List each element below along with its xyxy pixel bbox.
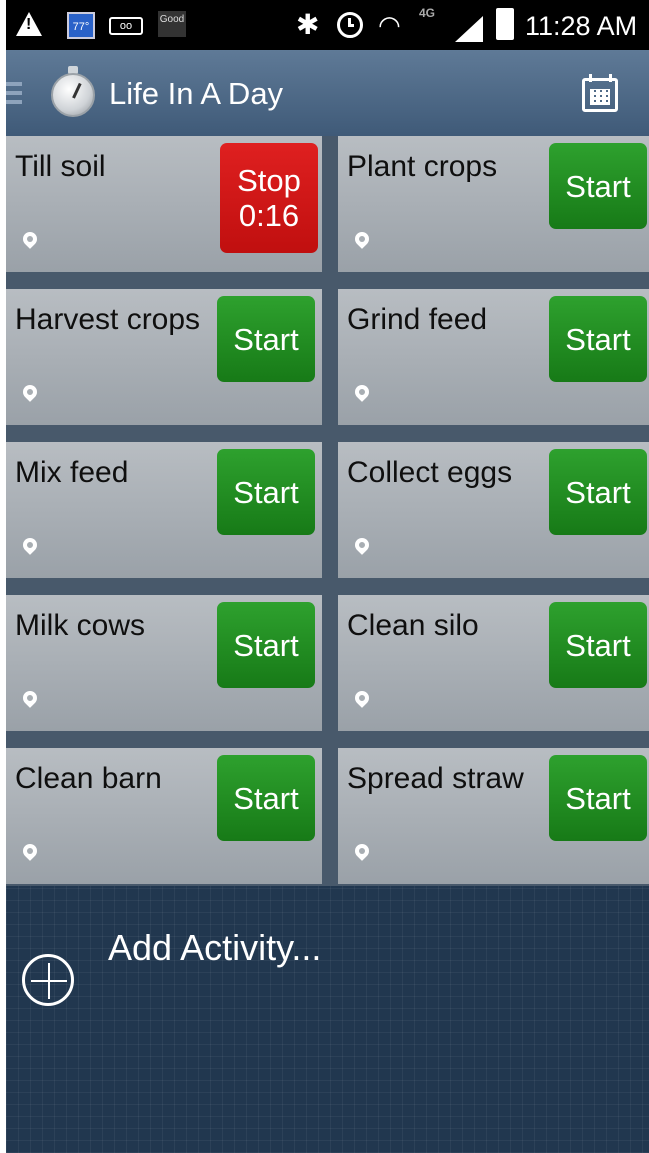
- start-label: Start: [565, 474, 631, 510]
- voicemail-icon: oo: [109, 17, 143, 35]
- activity-name: Harvest crops: [15, 303, 201, 336]
- drawer-menu-icon[interactable]: [6, 82, 22, 106]
- weather-temp: 77°: [72, 21, 90, 33]
- network-type-label: 4G: [419, 6, 436, 20]
- location-pin-icon[interactable]: [20, 382, 40, 402]
- battery-icon: [496, 8, 514, 40]
- start-button[interactable]: Start: [217, 449, 315, 535]
- activity-card[interactable]: Grind feed Start: [338, 289, 649, 425]
- start-label: Start: [565, 321, 631, 357]
- stopwatch-icon[interactable]: [48, 66, 98, 120]
- activity-grid: Till soil Stop 0:16 Plant crops Start Ha…: [6, 136, 649, 886]
- start-button[interactable]: Start: [217, 755, 315, 841]
- stop-button[interactable]: Stop 0:16: [220, 143, 318, 253]
- start-button[interactable]: Start: [549, 755, 647, 841]
- location-pin-icon[interactable]: [20, 688, 40, 708]
- activity-card[interactable]: Collect eggs Start: [338, 442, 649, 578]
- start-label: Start: [233, 627, 299, 663]
- bluetooth-icon: ✱: [296, 9, 320, 40]
- start-label: Start: [233, 474, 299, 510]
- add-activity-area: Add Activity...: [6, 886, 649, 1153]
- action-bar: Life In A Day: [6, 50, 649, 136]
- location-pin-icon[interactable]: [352, 229, 372, 249]
- activity-card[interactable]: Clean silo Start: [338, 595, 649, 731]
- activity-name: Mix feed: [15, 456, 129, 489]
- alarm-icon: [337, 12, 363, 38]
- activity-name: Till soil: [15, 150, 106, 183]
- elapsed-timer: 0:16: [238, 198, 300, 233]
- activity-name: Milk cows: [15, 609, 146, 642]
- location-pin-icon[interactable]: [352, 382, 372, 402]
- activity-card[interactable]: Mix feed Start: [6, 442, 322, 578]
- location-pin-icon[interactable]: [20, 229, 40, 249]
- wifi-icon: ◠: [378, 10, 401, 40]
- calendar-button[interactable]: [580, 74, 620, 114]
- start-button[interactable]: Start: [549, 449, 647, 535]
- start-label: Start: [233, 780, 299, 816]
- add-activity-button[interactable]: Add Activity...: [16, 924, 396, 1024]
- add-activity-label: Add Activity...: [108, 927, 322, 968]
- add-circle-icon: [22, 954, 74, 1006]
- start-label: Start: [565, 780, 631, 816]
- weather-icon: 77°: [67, 12, 95, 39]
- start-label: Start: [233, 321, 299, 357]
- app-title: Life In A Day: [109, 76, 284, 111]
- activity-name: Grind feed: [347, 303, 488, 336]
- status-bar: 77° oo Good ✱ ◠ 4G 11:28 AM: [6, 0, 649, 50]
- warning-icon: [16, 12, 42, 36]
- location-pin-icon[interactable]: [20, 535, 40, 555]
- activity-name: Clean barn: [15, 762, 162, 795]
- activity-card[interactable]: Clean barn Start: [6, 748, 322, 884]
- start-button[interactable]: Start: [549, 296, 647, 382]
- status-time: 11:28 AM: [525, 11, 638, 41]
- activity-card[interactable]: Till soil Stop 0:16: [6, 136, 322, 272]
- calendar-icon: [582, 74, 618, 112]
- quality-badge-icon: Good: [158, 11, 186, 37]
- activity-name: Spread straw: [347, 762, 524, 795]
- activity-card[interactable]: Harvest crops Start: [6, 289, 322, 425]
- start-button[interactable]: Start: [549, 602, 647, 688]
- activity-name: Plant crops: [347, 150, 498, 183]
- location-pin-icon[interactable]: [352, 688, 372, 708]
- start-label: Start: [565, 168, 631, 204]
- start-button[interactable]: Start: [217, 602, 315, 688]
- location-pin-icon[interactable]: [20, 841, 40, 861]
- quality-label: Good: [159, 14, 185, 25]
- activity-card[interactable]: Milk cows Start: [6, 595, 322, 731]
- activity-card[interactable]: Spread straw Start: [338, 748, 649, 884]
- activity-card[interactable]: Plant crops Start: [338, 136, 649, 272]
- activity-name: Collect eggs: [347, 456, 513, 489]
- phone-screen: 77° oo Good ✱ ◠ 4G 11:28 AM Life In A Da…: [6, 0, 649, 1153]
- signal-icon: [455, 16, 483, 42]
- start-label: Start: [565, 627, 631, 663]
- start-button[interactable]: Start: [549, 143, 647, 229]
- activity-name: Clean silo: [347, 609, 479, 642]
- stop-label: Stop: [237, 163, 301, 198]
- location-pin-icon[interactable]: [352, 535, 372, 555]
- location-pin-icon[interactable]: [352, 841, 372, 861]
- start-button[interactable]: Start: [217, 296, 315, 382]
